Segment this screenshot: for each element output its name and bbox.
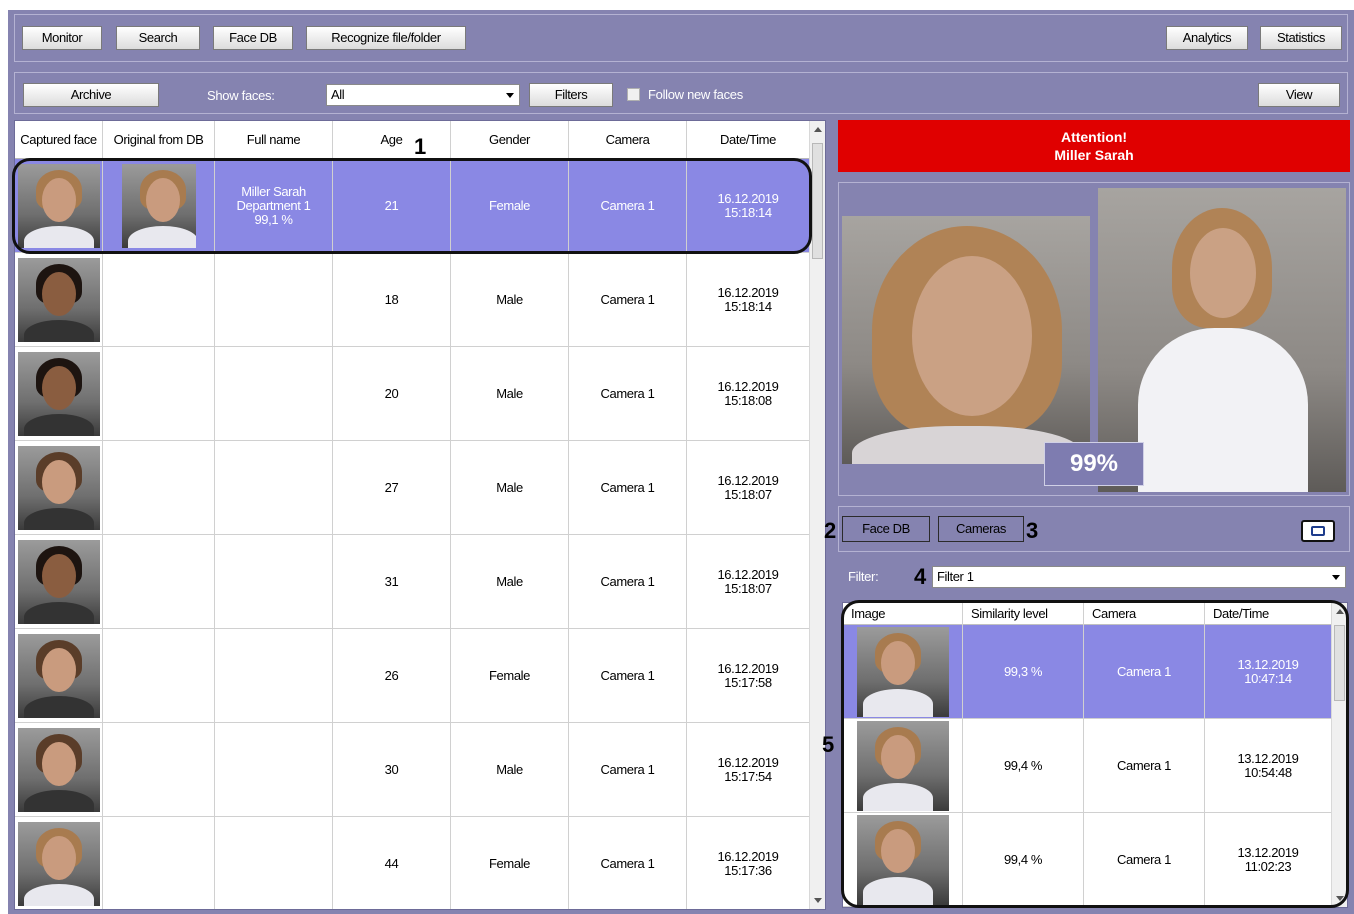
statistics-button[interactable]: Statistics <box>1260 26 1342 50</box>
camera-cell: Camera 1 <box>569 441 687 535</box>
filter-value: Filter 1 <box>937 569 974 584</box>
age-cell: 30 <box>333 723 451 817</box>
match-percent-badge: 99% <box>1044 442 1144 486</box>
chevron-down-icon <box>1332 575 1340 580</box>
callout-number-1: 1 <box>414 134 427 159</box>
date-cell: 16.12.2019 <box>717 849 779 864</box>
gender-cell: Male <box>451 723 569 817</box>
view-button[interactable]: View <box>1258 83 1340 107</box>
captured-face-thumbnail[interactable] <box>17 728 100 812</box>
captured-face-thumbnail[interactable] <box>17 446 100 530</box>
age-cell: 26 <box>333 629 451 723</box>
time-cell: 15:18:07 <box>724 487 772 502</box>
camera-cell: Camera 1 <box>569 817 687 909</box>
callout-box-1 <box>12 158 812 254</box>
attention-banner: Attention! Miller Sarah <box>838 120 1350 172</box>
show-faces-select[interactable]: All <box>326 84 520 106</box>
attention-title: Attention! <box>1060 129 1128 145</box>
date-cell: 16.12.2019 <box>717 755 779 770</box>
captured-face-thumbnail[interactable] <box>17 540 100 624</box>
callout-number-5: 5 <box>822 732 835 757</box>
table-row[interactable]: 30 Male Camera 1 16.12.2019 15:17:54 <box>15 723 810 817</box>
col-gender[interactable]: Gender <box>451 121 569 159</box>
filters-button[interactable]: Filters <box>529 83 613 107</box>
col-date-time[interactable]: Date/Time <box>687 121 810 159</box>
follow-new-faces-checkbox[interactable] <box>627 88 640 101</box>
captured-face-thumbnail[interactable] <box>17 634 100 718</box>
gender-cell: Male <box>451 253 569 347</box>
col-captured-face[interactable]: Captured face <box>15 121 103 159</box>
show-faces-label: Show faces: <box>207 88 275 103</box>
col-camera[interactable]: Camera <box>569 121 687 159</box>
gender-cell: Male <box>451 347 569 441</box>
scroll-down-icon[interactable] <box>814 898 822 903</box>
age-cell: 31 <box>333 535 451 629</box>
camera-cell: Camera 1 <box>569 347 687 441</box>
table-row[interactable]: 27 Male Camera 1 16.12.2019 15:18:07 <box>15 441 810 535</box>
captured-face-thumbnail[interactable] <box>17 352 100 436</box>
face-db-button[interactable]: Face DB <box>213 26 293 50</box>
age-cell: 44 <box>333 817 451 909</box>
date-cell: 16.12.2019 <box>717 473 779 488</box>
table-row[interactable]: 44 Female Camera 1 16.12.2019 15:17:36 <box>15 817 810 909</box>
gender-cell: Male <box>451 535 569 629</box>
monitor-button[interactable]: Monitor <box>22 26 102 50</box>
age-cell: 20 <box>333 347 451 441</box>
show-faces-value: All <box>331 87 345 102</box>
captured-face-photo[interactable] <box>842 216 1090 464</box>
callout-number-2: 2 <box>824 518 837 543</box>
date-cell: 16.12.2019 <box>717 567 779 582</box>
gender-cell: Female <box>451 817 569 909</box>
age-cell: 18 <box>333 253 451 347</box>
filter-select[interactable]: Filter 1 <box>932 566 1346 588</box>
callout-number-4: 4 <box>914 564 927 589</box>
date-cell: 16.12.2019 <box>717 379 779 394</box>
callout-box-5 <box>841 600 1349 908</box>
face-db-tab-button[interactable]: Face DB <box>842 516 930 542</box>
date-cell: 16.12.2019 <box>717 661 779 676</box>
archive-button[interactable]: Archive <box>23 83 159 107</box>
analytics-button[interactable]: Analytics <box>1166 26 1248 50</box>
scroll-up-icon[interactable] <box>814 127 822 132</box>
col-original-from-db[interactable]: Original from DB <box>103 121 215 159</box>
time-cell: 15:18:08 <box>724 393 772 408</box>
time-cell: 15:17:54 <box>724 769 772 784</box>
col-age[interactable]: Age <box>333 121 451 159</box>
scroll-thumb[interactable] <box>812 143 823 259</box>
cameras-tab-button[interactable]: Cameras <box>938 516 1024 542</box>
chevron-down-icon <box>506 93 514 98</box>
time-cell: 15:18:14 <box>724 299 772 314</box>
table-header: Captured face Original from DB Full name… <box>15 121 810 159</box>
time-cell: 15:17:36 <box>724 863 772 878</box>
callout-number-3: 3 <box>1026 518 1039 543</box>
col-full-name[interactable]: Full name <box>215 121 333 159</box>
camera-cell: Camera 1 <box>569 535 687 629</box>
table-row[interactable]: 18 Male Camera 1 16.12.2019 15:18:14 <box>15 253 810 347</box>
time-cell: 15:18:07 <box>724 581 772 596</box>
age-cell: 27 <box>333 441 451 535</box>
follow-new-faces-label: Follow new faces <box>648 87 743 102</box>
time-cell: 15:17:58 <box>724 675 772 690</box>
camera-cell: Camera 1 <box>569 253 687 347</box>
date-cell: 16.12.2019 <box>717 285 779 300</box>
captured-face-thumbnail[interactable] <box>17 822 100 906</box>
camera-cell: Camera 1 <box>569 629 687 723</box>
gender-cell: Female <box>451 629 569 723</box>
table-row[interactable]: 26 Female Camera 1 16.12.2019 15:17:58 <box>15 629 810 723</box>
face-search-app: Monitor Search Face DB Recognize file/fo… <box>8 10 1354 914</box>
attention-person-name: Miller Sarah <box>1054 147 1134 163</box>
gender-cell: Male <box>451 441 569 535</box>
search-button[interactable]: Search <box>116 26 200 50</box>
filter-label: Filter: <box>848 569 879 584</box>
captured-face-thumbnail[interactable] <box>17 258 100 342</box>
camera-cell: Camera 1 <box>569 723 687 817</box>
print-button[interactable] <box>1301 520 1335 542</box>
table-row[interactable]: 20 Male Camera 1 16.12.2019 15:18:08 <box>15 347 810 441</box>
printer-icon <box>1311 526 1325 536</box>
recognize-file-folder-button[interactable]: Recognize file/folder <box>306 26 466 50</box>
table-row[interactable]: 31 Male Camera 1 16.12.2019 15:18:07 <box>15 535 810 629</box>
